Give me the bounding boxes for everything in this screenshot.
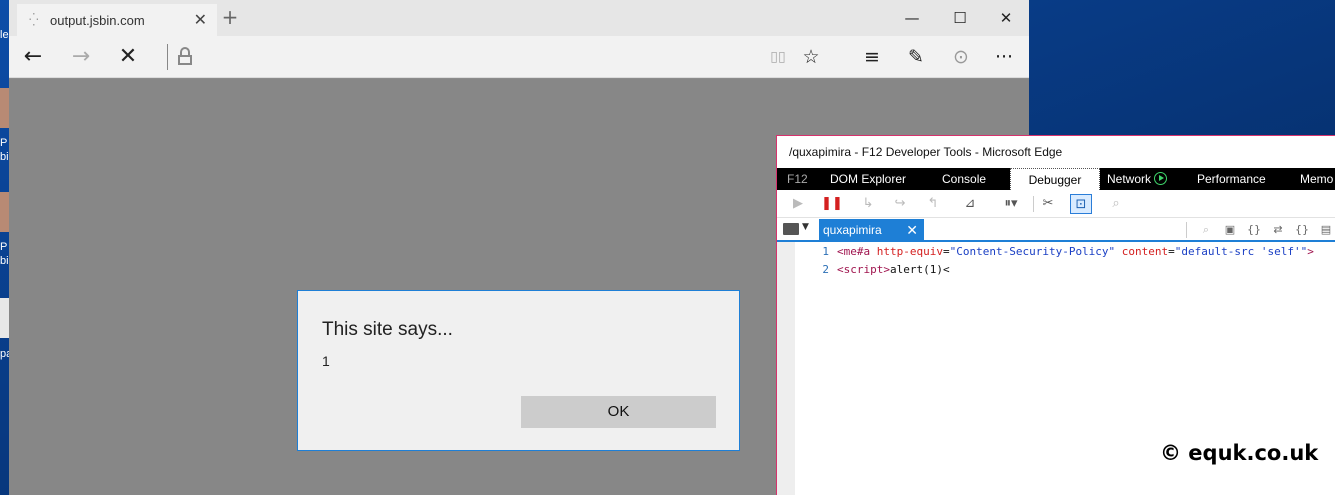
browser-tab[interactable]: ⁛ output.jsbin.com ✕ (17, 4, 217, 36)
recording-play-icon (1154, 172, 1168, 186)
step-into-icon[interactable]: ↳ (857, 194, 879, 214)
folder-icon[interactable] (783, 223, 799, 235)
just-my-code-icon[interactable]: ⊡ (1070, 194, 1092, 214)
back-arrow-icon[interactable]: ← (13, 36, 53, 78)
continue-icon[interactable]: ▶ (787, 194, 809, 214)
break-on-new-worker-icon[interactable]: ⊿ (959, 194, 981, 214)
code-text: alert(1)< (889, 263, 950, 276)
browser-titlebar: ⁛ output.jsbin.com ✕ + — ☐ ✕ (9, 0, 1029, 36)
tab-f12: F12 (787, 172, 808, 186)
tab-performance[interactable]: Performance (1197, 168, 1266, 190)
find-icon[interactable]: ⌕ (1197, 222, 1215, 238)
code-string: "Content-Security-Policy" (949, 245, 1116, 258)
code-line: 1 <me#a http-equiv="Content-Security-Poli… (795, 244, 1314, 260)
hub-icon[interactable]: ≡ (852, 36, 892, 78)
file-tab-close-icon[interactable]: ✕ (906, 219, 918, 241)
new-tab-button[interactable]: + (216, 3, 244, 31)
code-string: "default-src 'self'" (1174, 245, 1308, 258)
ok-button[interactable]: OK (521, 396, 716, 428)
close-window-button[interactable]: ✕ (983, 0, 1029, 36)
devtools-tabbar: F12 DOM Explorer Console Debugger Networ… (777, 168, 1335, 190)
forward-arrow-icon[interactable]: → (61, 36, 101, 78)
source-map-icon[interactable]: {} (1293, 222, 1311, 238)
tab-memory[interactable]: Memo (1300, 168, 1333, 190)
line-number: 1 (822, 245, 829, 258)
file-tab[interactable]: quxapimira ✕ (819, 219, 924, 241)
alert-dialog: This site says... 1 OK (297, 290, 740, 451)
code-attr: http-equiv (870, 245, 943, 258)
code-line: 2 <script>alert(1)< (795, 262, 950, 278)
web-note-icon[interactable]: ✎ (896, 36, 936, 78)
minimize-button[interactable]: — (889, 0, 935, 36)
tab-close-icon[interactable]: ✕ (194, 10, 207, 29)
word-wrap-icon[interactable]: ⇄ (1269, 222, 1287, 238)
filebar-separator (1186, 222, 1187, 238)
save-icon[interactable]: ▣ (1221, 222, 1239, 238)
code-equals: = (1168, 245, 1175, 258)
pretty-print-icon[interactable]: {} (1245, 222, 1263, 238)
tab-network-label: Network (1107, 172, 1152, 186)
code-equals: = (942, 245, 950, 258)
line-number: 2 (822, 263, 829, 276)
search-in-scripts-icon[interactable]: ⌕ (1105, 194, 1127, 214)
code-attr: content (1115, 245, 1169, 258)
step-over-icon[interactable]: ↪ (889, 194, 911, 214)
breakpoint-list-icon[interactable]: ▤ (1317, 222, 1335, 238)
step-out-icon[interactable]: ↰ (922, 194, 944, 214)
favorites-star-icon[interactable]: ☆ (791, 36, 831, 78)
watermark: © equk.co.uk (1160, 441, 1319, 465)
file-tabbar: ▼ quxapimira ✕ ⌕ ▣ {} ⇄ {} ▤ (777, 219, 1335, 242)
devtools-title: /quxapimira - F12 Developer Tools - Micr… (789, 145, 1063, 159)
stop-loading-icon[interactable]: ✕ (108, 36, 148, 78)
lock-icon (177, 47, 195, 67)
maximize-button[interactable]: ☐ (937, 0, 983, 36)
tab-dom-explorer[interactable]: DOM Explorer (830, 168, 906, 190)
dialog-title: This site says... (322, 319, 453, 340)
tab-title: output.jsbin.com (50, 13, 145, 28)
tab-console[interactable]: Console (942, 168, 986, 190)
file-tab-label: quxapimira (823, 223, 882, 237)
address-separator (167, 44, 168, 70)
code-tag: > (1307, 245, 1314, 258)
break-icon[interactable]: ❚❚ (821, 194, 843, 214)
devtools-titlebar: /quxapimira - F12 Developer Tools - Micr… (777, 136, 1335, 168)
more-options-icon[interactable]: ··· (984, 36, 1024, 78)
share-icon[interactable]: ⊙ (941, 36, 981, 78)
tab-network[interactable]: Network (1107, 168, 1168, 190)
disconnect-debugger-icon[interactable]: ✂ (1037, 194, 1059, 214)
debugger-toolbar: ▶ ❚❚ ↳ ↪ ↰ ⊿ ⏸▾ ✂ ⊡ ⌕ (777, 190, 1335, 218)
loading-spinner-icon: ⁛ (29, 13, 39, 27)
code-tag: <script> (837, 263, 890, 276)
code-gutter[interactable] (777, 242, 795, 495)
exception-behavior-icon[interactable]: ⏸▾ (996, 194, 1026, 214)
tab-debugger[interactable]: Debugger (1010, 168, 1100, 190)
toolbar-separator (1033, 196, 1034, 212)
browser-navbar: ← → ✕ ▯▯ ☆ ≡ ✎ ⊙ ··· (9, 36, 1029, 78)
code-tag: <me#a (837, 245, 871, 258)
dialog-message: 1 (322, 353, 330, 369)
chevron-down-icon[interactable]: ▼ (802, 222, 809, 232)
